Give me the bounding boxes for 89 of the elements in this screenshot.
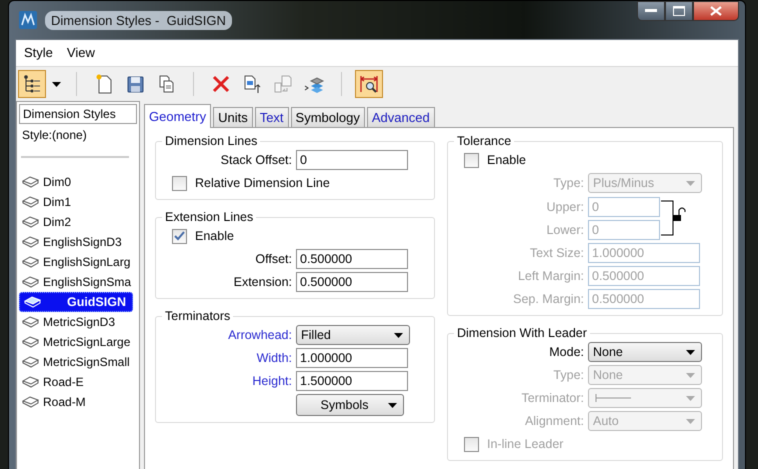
group-title: Dimension With Leader [456,326,588,340]
delete-icon [210,73,232,95]
caret-icon [686,372,695,378]
layer-icon [22,196,39,208]
close-icon [710,6,722,16]
style-list-item[interactable]: GuidSIGN [19,292,133,312]
layer-icon [22,236,39,248]
field-label: Type: [552,176,584,190]
style-list-item[interactable]: Dim0 [19,172,137,192]
style-list-item[interactable]: MetricSignLarge [19,332,137,352]
tab[interactable]: Advanced [366,107,435,127]
layer-icon [22,256,39,268]
documents-icon [272,73,294,95]
field-label: Terminator: [520,391,584,405]
field-label: Type: [552,368,584,382]
style-list-item[interactable]: Road-M [19,392,137,412]
layer-icon [22,356,39,368]
layer-icon [22,376,39,388]
group-title: Dimension Lines [164,134,258,148]
menu-item[interactable]: Style [24,45,53,61]
input-field[interactable]: 1.000000 [296,348,408,368]
style-list-item[interactable]: Dim1 [19,192,137,212]
caret-icon [388,402,397,408]
layer-icon [22,276,39,288]
field-label: Alignment: [524,414,584,428]
field-label: Sep. Margin: [512,292,584,306]
field-label: Text Size: [528,246,584,260]
field-label: Lower: [545,222,584,236]
caret-icon [686,180,695,186]
input-field[interactable]: 0.500000 [296,249,408,269]
layer-icon [22,216,39,228]
tab[interactable]: Text [254,107,289,127]
checkbox[interactable]: Enable [162,226,428,246]
menu-item[interactable]: View [66,45,95,61]
caret-icon [52,82,60,86]
tree-view-button[interactable] [18,70,46,98]
caret-icon [686,396,695,400]
layer-icon [22,336,39,348]
field-label: Upper: [545,200,584,214]
maximize-icon [673,6,685,16]
group-title: Tolerance [456,134,512,148]
caret-icon [686,350,695,354]
input-field[interactable]: 0.500000 [296,272,408,292]
window-title: Dimension Styles - GuidSIGN [45,10,232,30]
zoom-button[interactable] [355,70,383,98]
layer-icon [22,176,39,188]
dropdown[interactable]: Filled [296,325,410,345]
close-button[interactable] [693,1,739,21]
magnifier-icon [358,73,380,95]
style-list-item[interactable]: EnglishSignSma [19,272,137,292]
layer-icon [22,316,39,328]
field-label: Height: [251,374,292,388]
app-logo-icon [19,11,37,29]
field-label: Arrowhead: [227,328,292,342]
field-label: Width: [256,351,292,365]
style-list-item[interactable]: EnglishSignD3 [19,232,137,252]
style-list-item[interactable]: Road-E [19,372,137,392]
style-list-item[interactable]: Dim2 [19,212,137,232]
style-filter[interactable]: Style:(none) [19,124,137,146]
caret-icon [686,418,695,424]
group-title: Terminators [164,309,232,323]
style-list-item[interactable]: EnglishSignLarg [19,252,137,272]
check-icon [174,231,185,241]
field-label: Left Margin: [516,269,584,283]
input-field[interactable]: 0 [296,150,408,170]
field-label: Stack Offset: [220,153,292,167]
group-title: Extension Lines [164,210,254,224]
style-list-item[interactable]: MetricSignD3 [19,312,137,332]
line-terminator-icon [593,394,633,402]
field-label: Mode: [548,345,584,359]
field-label: Offset: [254,252,292,266]
input-field[interactable]: 1.500000 [296,371,408,391]
maximize-button[interactable] [665,1,693,21]
tab[interactable]: Units [213,107,253,127]
minimize-icon [645,9,657,13]
layer-icon [22,396,39,408]
tab[interactable]: Symbology [290,107,365,127]
caret-icon [394,332,403,338]
tree-icon [21,73,43,95]
checkbox[interactable]: Enable [454,150,716,170]
symbols-dropdown-button[interactable]: Symbols [296,394,404,416]
style-list-item[interactable]: MetricSignSmall [19,352,137,372]
minimize-button[interactable] [637,1,665,21]
dropdown[interactable]: None [588,342,702,362]
tab[interactable]: Geometry [144,104,212,128]
list-header: Dimension Styles [19,104,137,124]
layer-icon [24,296,41,308]
field-label: Extension: [232,275,292,289]
checkbox[interactable]: Relative Dimension Line [162,173,428,193]
